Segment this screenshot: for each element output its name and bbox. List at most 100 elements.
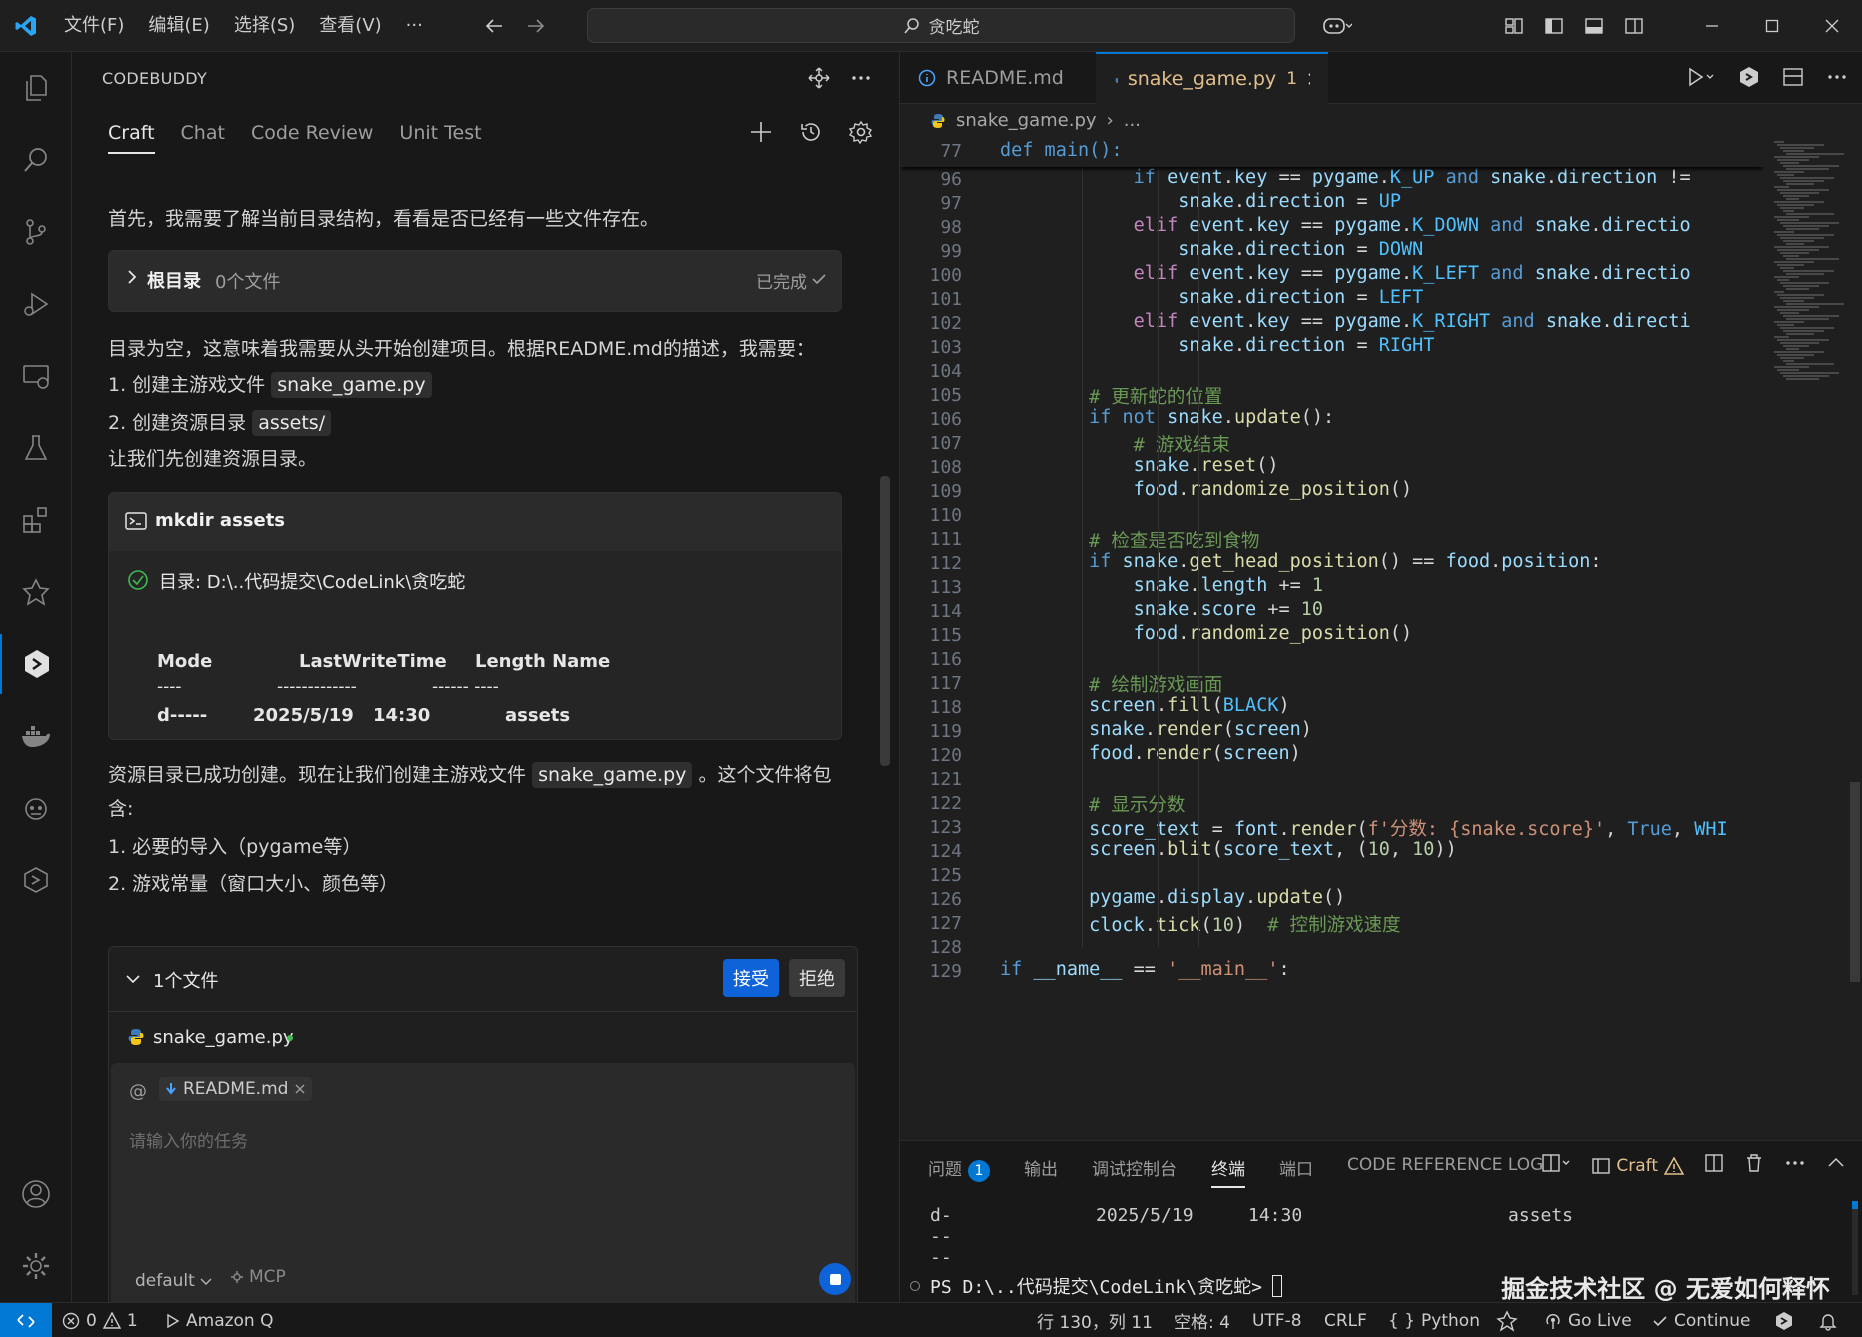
close-window-icon[interactable] [1802,0,1862,52]
minimap-line [1783,225,1829,227]
more-actions-icon[interactable] [849,66,873,95]
codebuddy-hex-status-icon[interactable] [1774,1303,1794,1337]
maximize-panel-icon[interactable] [1826,1153,1846,1178]
source-control-icon[interactable] [0,202,72,262]
code-editor[interactable]: 77 def main(): 96 if event.key == pygame… [900,137,1764,1137]
minimap[interactable] [1768,137,1848,1137]
menu-edit[interactable]: 编辑(E) [136,0,221,52]
forward-arrow-icon[interactable] [515,6,555,46]
run-debug-icon[interactable] [0,274,72,334]
toggle-primary-sidebar-icon[interactable] [1534,6,1574,46]
run-file-icon[interactable] [1686,66,1716,93]
accept-button[interactable]: 接受 [723,959,779,997]
continue-status[interactable]: Continue [1652,1303,1750,1337]
terminal-prompt[interactable]: PS D:\..代码提交\CodeLink\贪吃蛇> [930,1273,1282,1299]
accounts-icon[interactable] [0,1164,72,1224]
mcp-button[interactable]: MCP [229,1267,286,1287]
trash-icon[interactable] [1744,1153,1764,1178]
folder-chip[interactable]: assets/ [252,410,332,436]
indentation[interactable]: 空格: 4 [1174,1303,1230,1337]
codebuddy-status-icon[interactable] [1496,1303,1518,1337]
menu-view[interactable]: 查看(V) [307,0,393,52]
chat-scrollbar[interactable] [880,476,890,766]
testing-flask-icon[interactable] [0,418,72,478]
vertical-scrollbar-track[interactable] [1848,137,1862,1137]
line-ending[interactable]: CRLF [1324,1303,1367,1337]
close-tab-icon[interactable] [1307,72,1310,86]
go-live-button[interactable]: Go Live [1544,1303,1632,1337]
line-number: 109 [929,481,962,502]
tab-unit-test[interactable]: Unit Test [399,122,481,154]
chevron-down-icon[interactable] [125,971,141,991]
history-icon[interactable] [799,120,823,149]
terminal-craft-selector[interactable]: Craft [1592,1156,1684,1176]
codebuddy-star-icon[interactable] [0,562,72,622]
prompt-text: PS D:\..代码提交\CodeLink\贪吃蛇> [930,1277,1262,1298]
tab-readme[interactable]: README.md [900,52,1094,104]
file-chip[interactable]: snake_game.py [532,762,693,788]
toggle-panel-icon[interactable] [1574,6,1614,46]
breadcrumb-symbol[interactable]: ... [1124,110,1141,131]
split-panel-icon[interactable] [1704,1153,1724,1178]
problems-status[interactable]: 0 1 [62,1303,138,1337]
new-chat-plus-icon[interactable] [749,120,773,149]
amazon-q-status[interactable]: Amazon Q [166,1303,274,1337]
extensions-icon[interactable] [0,490,72,550]
tab-ports[interactable]: 端口 [1279,1155,1313,1188]
tab-snake-game[interactable]: snake_game.py 1 [1096,52,1328,104]
tab-code-review[interactable]: Code Review [251,122,373,154]
tab-debug-console[interactable]: 调试控制台 [1092,1155,1177,1188]
minimize-icon[interactable] [1682,0,1742,52]
tab-output[interactable]: 输出 [1024,1155,1058,1188]
customize-layout-icon[interactable] [1494,6,1534,46]
cursor-position[interactable]: 行 130，列 11 [1037,1303,1153,1337]
menu-file[interactable]: 文件(F) [52,0,136,52]
editor-more-icon[interactable] [1826,66,1848,93]
vertical-scrollbar-thumb[interactable] [1850,782,1860,982]
panel-more-icon[interactable] [1784,1153,1806,1178]
menu-selection[interactable]: 选择(S) [222,0,307,52]
remote-explorer-icon[interactable] [0,346,72,406]
back-arrow-icon[interactable] [475,6,515,46]
remove-chip-icon[interactable] [294,1083,306,1095]
directory-tool-card[interactable]: 根目录 0个文件 已完成 [108,250,842,312]
notifications-bell-icon[interactable] [1818,1303,1838,1337]
settings-gear-icon[interactable] [0,1236,72,1296]
copilot-icon[interactable] [1312,6,1362,46]
split-terminal-icon[interactable] [1542,1153,1572,1178]
tab-chat[interactable]: Chat [181,122,225,154]
changed-file-name[interactable]: snake_game.py [153,1027,294,1048]
mode-selector[interactable]: default [135,1271,212,1291]
breadcrumb-file[interactable]: snake_game.py [956,110,1097,131]
panel-settings-icon[interactable] [848,120,873,149]
tab-problems[interactable]: 问题 1 [928,1155,990,1188]
explorer-icon[interactable] [0,58,72,118]
docker-icon[interactable] [0,706,72,766]
tab-code-reference-log[interactable]: CODE REFERENCE LOG [1347,1155,1543,1188]
toggle-secondary-sidebar-icon[interactable] [1614,6,1654,46]
hexagon-tool-icon[interactable] [0,850,72,910]
maximize-icon[interactable] [1742,0,1802,52]
command-center-search[interactable]: 贪吃蛇 [587,8,1295,43]
chevron-down-icon [200,1278,212,1285]
remote-indicator[interactable] [0,1303,52,1337]
stop-generation-button[interactable] [819,1263,851,1295]
mention-button[interactable]: @ [129,1081,147,1102]
file-chip[interactable]: snake_game.py [271,372,432,398]
codebuddy-action-icon[interactable] [1738,66,1760,93]
language-mode[interactable]: { } Python [1388,1303,1480,1337]
context-file-chip[interactable]: README.md [159,1077,313,1101]
menu-more[interactable]: ··· [394,0,435,52]
ai-robot-icon[interactable] [0,778,72,838]
terminal-scrollbar[interactable] [1852,1201,1858,1295]
split-editor-icon[interactable] [1782,66,1804,93]
move-panel-icon[interactable] [807,66,831,95]
codebuddy-hex-icon[interactable] [0,634,72,694]
sticky-scroll[interactable]: 77 def main(): [900,137,1764,167]
encoding[interactable]: UTF-8 [1252,1303,1302,1337]
task-input-box[interactable]: @ README.md 请输入你的任务 default MCP [111,1063,855,1313]
tab-craft[interactable]: Craft [108,122,155,154]
search-view-icon[interactable] [0,130,72,190]
reject-button[interactable]: 拒绝 [789,959,845,997]
tab-terminal[interactable]: 终端 [1211,1155,1245,1188]
